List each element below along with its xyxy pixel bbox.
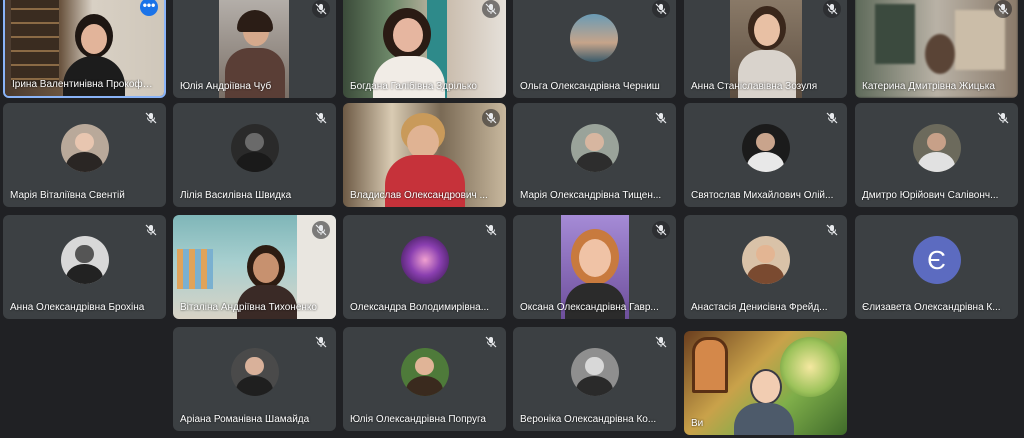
participant-avatar: [741, 124, 790, 172]
participant-tile[interactable]: Оксана Олександрівна Гавр...: [513, 215, 676, 319]
mic-off-icon: [482, 333, 500, 351]
participant-name: Анна Олександрівна Брохіна: [10, 302, 145, 313]
mic-off-icon: [823, 0, 841, 18]
participant-name: Марія Олександрівна Тищен...: [520, 190, 662, 201]
participant-tile[interactable]: Богдана Галібівна Здрілько: [343, 0, 506, 98]
letter-avatar: Є: [912, 236, 961, 284]
participant-name: Оксана Олександрівна Гавр...: [520, 302, 659, 313]
participant-name: Вероніка Олександрівна Ко...: [520, 414, 657, 425]
participant-name: Віталіна Андріївна Тихоненко: [180, 302, 317, 313]
participant-tile[interactable]: Юлія Андріївна Чуб: [173, 0, 336, 98]
mic-off-icon: [482, 0, 500, 18]
participant-name: Катерина Дмитрівна Жицька: [862, 81, 995, 92]
participant-avatar: [400, 348, 449, 396]
mic-off-icon: [652, 0, 670, 18]
participant-name: Анастасія Денисівна Фрейд...: [691, 302, 828, 313]
participant-avatar: [230, 124, 279, 172]
participant-tile[interactable]: Вероніка Олександрівна Ко...: [513, 327, 676, 431]
mic-off-icon: [823, 109, 841, 127]
mic-off-icon: [312, 0, 330, 18]
participant-tile[interactable]: Ольга Олександрівна Черниш: [513, 0, 676, 98]
participant-tile[interactable]: Дмитро Юрійович Салівонч...: [855, 103, 1018, 207]
participant-tile[interactable]: Катерина Дмитрівна Жицька: [855, 0, 1018, 98]
participant-avatar: [570, 124, 619, 172]
participant-tile[interactable]: Святослав Михайлович Олій...: [684, 103, 847, 207]
participant-name: Дмитро Юрійович Салівонч...: [862, 190, 999, 201]
participant-tile[interactable]: Марія Віталіївна Свентій: [3, 103, 166, 207]
participant-name: Юлія Андріївна Чуб: [180, 81, 272, 92]
participant-name: Ольга Олександрівна Черниш: [520, 81, 660, 92]
participant-tile[interactable]: Марія Олександрівна Тищен...: [513, 103, 676, 207]
participant-avatar: [741, 236, 790, 284]
participant-name: Олександра Володимирівна...: [350, 302, 490, 313]
mic-off-icon: [652, 221, 670, 239]
mic-off-icon: [482, 221, 500, 239]
mic-off-icon: [994, 0, 1012, 18]
self-name: Ви: [691, 418, 704, 429]
participant-avatar: [230, 348, 279, 396]
participant-tile[interactable]: Анна Олександрівна Брохіна: [3, 215, 166, 319]
participant-name: Анна Станіславівна Зозуля: [691, 81, 818, 92]
mic-off-icon: [312, 109, 330, 127]
mic-off-icon: [652, 109, 670, 127]
participant-tile[interactable]: Є Єлизавета Олександрівна К...: [855, 215, 1018, 319]
participant-name: Юлія Олександрівна Попруга: [350, 414, 486, 425]
mic-off-icon: [823, 221, 841, 239]
mic-off-icon: [312, 333, 330, 351]
participant-avatar: [400, 236, 449, 284]
participant-name: Ірина Валентинівна Прокофьєва: [12, 79, 157, 90]
participant-tile[interactable]: Анна Станіславівна Зозуля: [684, 0, 847, 98]
participant-tile[interactable]: Олександра Володимирівна...: [343, 215, 506, 319]
participant-tile[interactable]: Анастасія Денисівна Фрейд...: [684, 215, 847, 319]
participant-name: Богдана Галібівна Здрілько: [350, 81, 477, 92]
mic-off-icon: [142, 109, 160, 127]
participant-name: Марія Віталіївна Свентій: [10, 190, 125, 201]
participant-tile[interactable]: Юлія Олександрівна Попруга: [343, 327, 506, 431]
participant-tile[interactable]: Ви: [684, 331, 847, 435]
participant-name: Єлизавета Олександрівна К...: [862, 302, 1001, 313]
participant-avatar: [570, 348, 619, 396]
participant-name: Святослав Михайлович Олій...: [691, 190, 834, 201]
mic-off-icon: [994, 109, 1012, 127]
participant-grid: ••• Ірина Валентинівна Прокофьєва Юлія А…: [0, 0, 1024, 438]
participant-tile[interactable]: Лілія Василівна Швидка: [173, 103, 336, 207]
mic-off-icon: [312, 221, 330, 239]
participant-tile[interactable]: Аріана Романівна Шамайда: [173, 327, 336, 431]
participant-tile[interactable]: ••• Ірина Валентинівна Прокофьєва: [3, 0, 166, 98]
participant-name: Аріана Романівна Шамайда: [180, 414, 310, 425]
participant-name: Владислав Олександрович ...: [350, 190, 488, 201]
participant-name: Лілія Василівна Швидка: [180, 190, 292, 201]
mic-off-icon: [142, 221, 160, 239]
mic-off-icon: [652, 333, 670, 351]
mic-off-icon: [482, 109, 500, 127]
participant-avatar: [60, 236, 109, 284]
participant-avatar: [912, 124, 961, 172]
participant-tile[interactable]: Владислав Олександрович ...: [343, 103, 506, 207]
participant-tile[interactable]: Віталіна Андріївна Тихоненко: [173, 215, 336, 319]
participant-avatar: [60, 124, 109, 172]
